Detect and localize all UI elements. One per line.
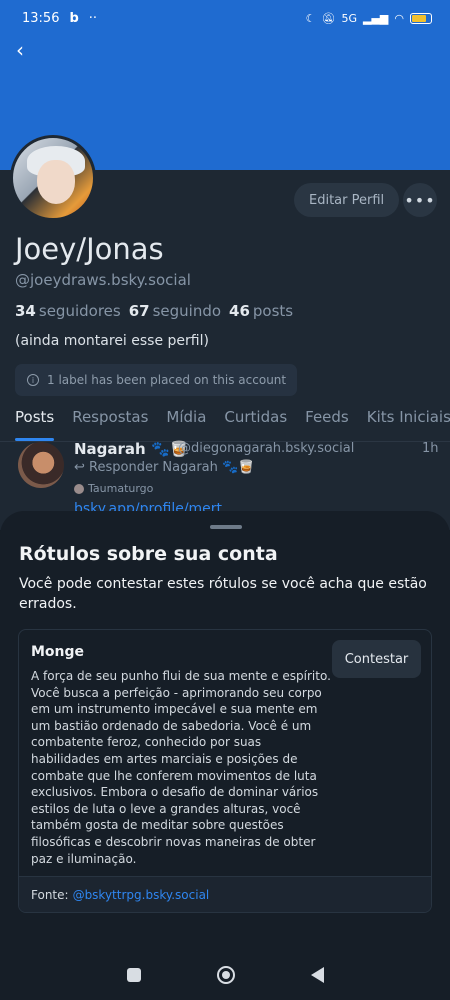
source-label: Fonte: [31, 887, 69, 902]
post-author-avatar[interactable] [18, 442, 64, 488]
profile-handle: @joeydraws.bsky.social [15, 271, 191, 289]
labels-bottom-sheet: Rótulos sobre sua conta Você pode contes… [0, 511, 450, 1000]
status-left: 13:56 b ·· [22, 11, 97, 26]
avatar-face [37, 160, 75, 204]
status-bar: 13:56 b ·· ☾ 🔕︎ 5G ▂▄▆ ◠ [0, 0, 450, 36]
tab-kits-iniciais[interactable]: Kits Iniciais [367, 408, 450, 441]
tab-curtidas[interactable]: Curtidas [224, 408, 287, 441]
tab-feeds[interactable]: Feeds [305, 408, 349, 441]
following-stat[interactable]: 67 seguindo [129, 302, 221, 320]
post-author-name[interactable]: Nagarah 🐾🥃 [74, 440, 188, 458]
profile-tabs: Posts Respostas Mídia Curtidas Feeds Kit… [0, 408, 450, 442]
recents-icon[interactable] [126, 968, 141, 982]
bluesky-notification-icon: b [69, 10, 79, 26]
signal-icon: ▂▄▆ [363, 11, 389, 25]
label-name: Monge [31, 644, 85, 660]
feed-post[interactable]: Nagarah 🐾🥃 @diegonagarah.bsky.social 1h … [0, 440, 450, 520]
label-notice-text: 1 label has been placed on this account [47, 373, 287, 387]
notification-dots: ·· [88, 10, 98, 26]
followers-stat[interactable]: 34 seguidores [15, 302, 121, 320]
label-avatar-icon [74, 483, 84, 494]
profile-stats: 34 seguidores 67 seguindo 46 posts [15, 302, 293, 320]
status-right: ☾ 🔕︎ 5G ▂▄▆ ◠ [306, 12, 432, 25]
tab-posts[interactable]: Posts [15, 408, 55, 441]
sheet-drag-handle[interactable] [210, 525, 242, 529]
tab-respostas[interactable]: Respostas [72, 408, 148, 441]
sheet-title: Rótulos sobre sua conta [19, 543, 278, 565]
mute-bell-icon: 🔕︎ [321, 11, 336, 25]
system-nav-bar [0, 950, 450, 1000]
post-timestamp: 1h [422, 441, 439, 456]
sheet-subtitle: Você pode contestar estes rótulos se voc… [19, 576, 427, 612]
wifi-icon: ◠ [394, 11, 404, 25]
contest-button[interactable]: Contestar [332, 640, 421, 678]
post-label-tag: Taumaturgo [74, 482, 153, 495]
label-description: A força de seu punho flui de sua mente e… [31, 669, 331, 866]
more-options-icon[interactable]: ••• [403, 183, 437, 217]
avatar[interactable] [10, 135, 96, 221]
display-name: Joey/Jonas [15, 232, 164, 266]
posts-stat: 46 posts [229, 302, 294, 320]
status-time: 13:56 [22, 10, 60, 26]
label-source: Fonte: @bskyttrpg.bsky.social [19, 876, 431, 912]
tab-midia[interactable]: Mídia [166, 408, 206, 441]
reply-context: ↩ Responder Nagarah 🐾🥃 [74, 460, 255, 475]
source-link[interactable]: @bskyttrpg.bsky.social [73, 888, 210, 902]
post-author-handle: @diegonagarah.bsky.social [178, 441, 355, 456]
battery-icon [410, 12, 432, 24]
profile-bio: (ainda montarei esse perfil) [15, 333, 209, 349]
label-card: Monge A força de seu punho flui de sua m… [18, 629, 432, 913]
edit-profile-button[interactable]: Editar Perfil [294, 183, 400, 217]
moon-icon: ☾ [305, 11, 316, 25]
label-notice[interactable]: i 1 label has been placed on this accoun… [15, 364, 297, 396]
info-icon: i [27, 374, 39, 386]
back-arrow-icon[interactable]: ‹ [8, 38, 32, 62]
back-triangle-icon[interactable] [310, 967, 324, 983]
network-label: 5G [341, 11, 357, 25]
home-icon[interactable] [216, 966, 235, 984]
